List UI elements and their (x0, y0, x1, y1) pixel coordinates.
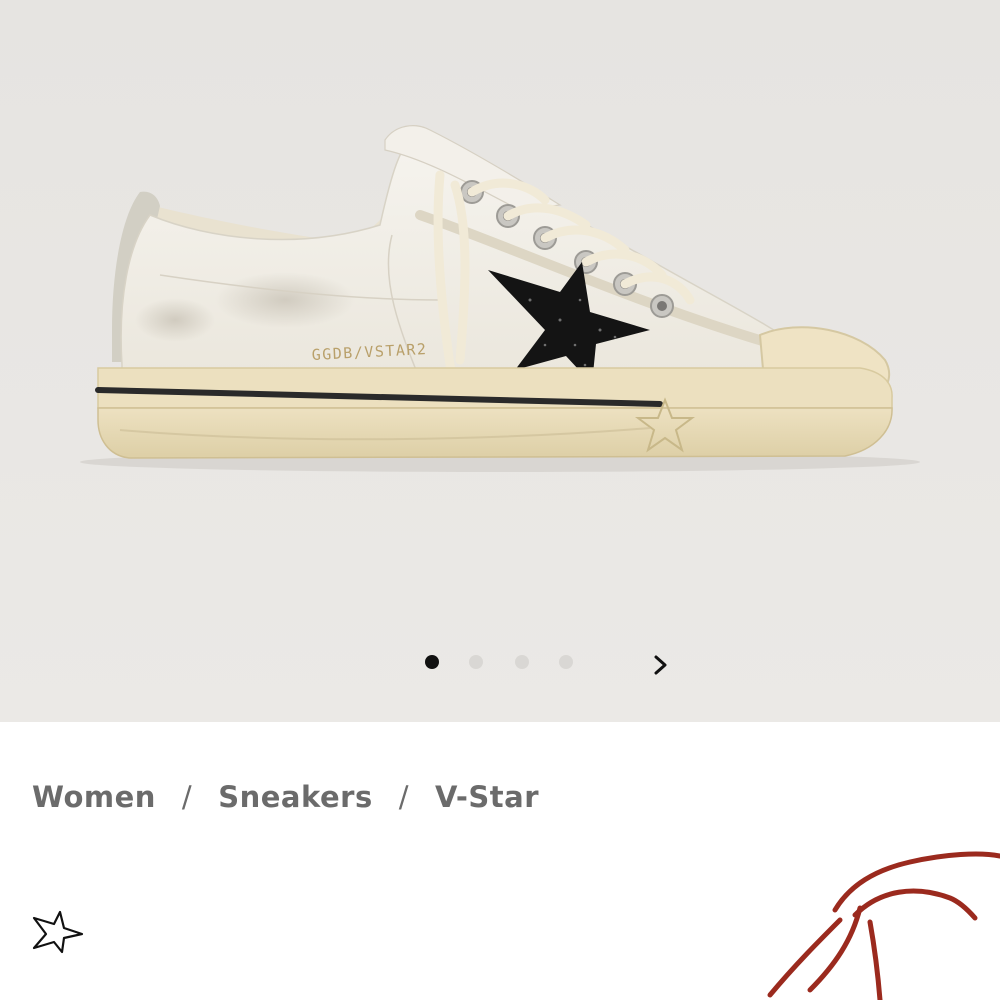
scribble-mark (767, 851, 1000, 1000)
breadcrumb: Women / Sneakers / V-Star (32, 775, 539, 819)
product-image-gallery[interactable]: GGDB/VSTAR2 (0, 0, 1000, 722)
breadcrumb-v-star[interactable]: V-Star (435, 780, 539, 814)
product-image: GGDB/VSTAR2 (0, 0, 1000, 722)
breadcrumb-sneakers[interactable]: Sneakers (218, 780, 373, 814)
gallery-dot-4[interactable] (559, 655, 573, 669)
breadcrumb-separator: / (398, 780, 409, 814)
gallery-dot-1[interactable] (425, 655, 439, 669)
gallery-next-button[interactable] (648, 652, 674, 678)
breadcrumb-women[interactable]: Women (32, 780, 156, 814)
gallery-dot-3[interactable] (515, 655, 529, 669)
star-outline-icon (32, 910, 84, 954)
wishlist-button[interactable] (28, 908, 86, 954)
breadcrumb-separator: / (181, 780, 193, 814)
gallery-dot-2[interactable] (469, 655, 483, 669)
chevron-right-icon (654, 655, 667, 675)
